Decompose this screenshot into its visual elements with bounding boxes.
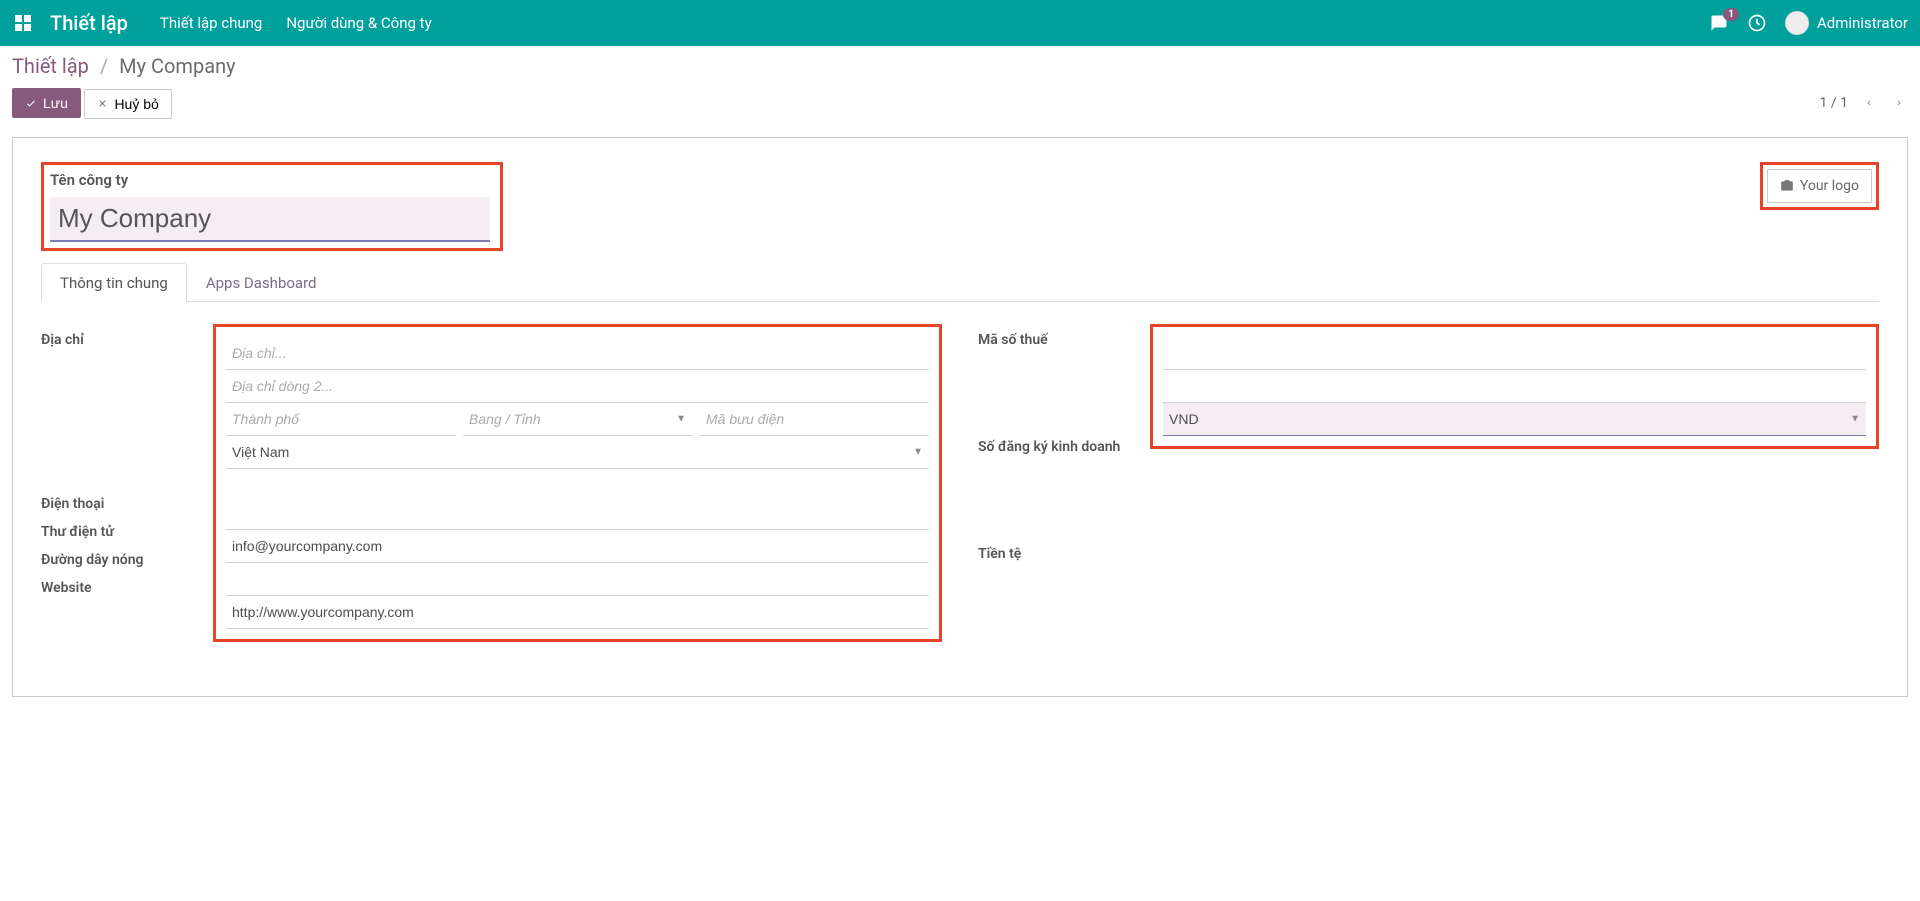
zip-input[interactable] bbox=[700, 403, 929, 436]
save-button-label: Lưu bbox=[43, 95, 68, 111]
chevron-left-icon bbox=[1864, 96, 1874, 110]
camera-icon bbox=[1780, 179, 1794, 193]
city-input[interactable] bbox=[226, 403, 455, 436]
email-label: Thư điện tử bbox=[41, 516, 201, 540]
state-select[interactable] bbox=[463, 403, 692, 436]
hotline-input[interactable] bbox=[226, 563, 929, 596]
messaging-badge: 1 bbox=[1723, 8, 1739, 21]
tabs: Thông tin chung Apps Dashboard bbox=[41, 263, 1879, 302]
nav-link-general-settings[interactable]: Thiết lập chung bbox=[160, 14, 262, 32]
form-right-column: Mã số thuế ▼ Số đăng ký kinh doanh Tiền … bbox=[978, 324, 1879, 642]
messaging-icon[interactable]: 1 bbox=[1709, 14, 1729, 32]
hotline-label: Đường dây nóng bbox=[41, 544, 201, 568]
breadcrumb-current: My Company bbox=[119, 54, 235, 78]
save-button[interactable]: Lưu bbox=[12, 88, 81, 118]
logo-upload-label: Your logo bbox=[1800, 178, 1859, 194]
close-icon bbox=[97, 98, 108, 109]
form-left-column: Địa chỉ ▼ ▼ bbox=[41, 324, 942, 642]
address-label: Địa chỉ bbox=[41, 324, 201, 348]
nav-brand[interactable]: Thiết lập bbox=[50, 11, 128, 35]
registry-input[interactable] bbox=[1163, 370, 1866, 403]
pager-next[interactable] bbox=[1890, 92, 1908, 114]
apps-menu-icon[interactable] bbox=[12, 12, 34, 34]
pager: 1 / 1 bbox=[1820, 92, 1908, 114]
website-input[interactable] bbox=[226, 596, 929, 629]
registry-label: Số đăng ký kinh doanh bbox=[978, 431, 1138, 455]
company-name-label: Tên công ty bbox=[50, 171, 490, 189]
discard-button[interactable]: Huỷ bỏ bbox=[84, 89, 171, 119]
street-input[interactable] bbox=[226, 337, 929, 370]
navbar: Thiết lập Thiết lập chung Người dùng & C… bbox=[0, 0, 1920, 46]
breadcrumb: Thiết lập / My Company bbox=[12, 54, 1908, 78]
highlight-company-name: Tên công ty bbox=[41, 162, 503, 251]
pager-prev[interactable] bbox=[1860, 92, 1878, 114]
check-icon bbox=[25, 97, 37, 109]
activities-icon[interactable] bbox=[1747, 13, 1767, 33]
currency-select[interactable] bbox=[1163, 403, 1866, 436]
website-label: Website bbox=[41, 572, 201, 596]
breadcrumb-root[interactable]: Thiết lập bbox=[12, 54, 89, 78]
form-sheet: Tên công ty Your logo Thông tin chung Ap… bbox=[12, 137, 1908, 697]
user-name-label: Administrator bbox=[1817, 14, 1908, 32]
chevron-right-icon bbox=[1894, 96, 1904, 110]
highlight-address-block: ▼ ▼ bbox=[213, 324, 942, 642]
tab-apps-dashboard[interactable]: Apps Dashboard bbox=[187, 263, 336, 302]
company-name-input[interactable] bbox=[50, 197, 490, 242]
currency-label: Tiền tệ bbox=[978, 538, 1138, 562]
vat-input[interactable] bbox=[1163, 337, 1866, 370]
vat-label: Mã số thuế bbox=[978, 324, 1138, 348]
user-menu[interactable]: Administrator bbox=[1785, 11, 1908, 35]
highlight-logo: Your logo bbox=[1760, 162, 1879, 210]
street2-input[interactable] bbox=[226, 370, 929, 403]
avatar-icon bbox=[1785, 11, 1809, 35]
nav-link-users-companies[interactable]: Người dùng & Công ty bbox=[286, 14, 431, 32]
control-panel: Thiết lập / My Company Lưu Huỷ bỏ 1 / 1 bbox=[0, 46, 1920, 129]
email-input[interactable] bbox=[226, 530, 929, 563]
logo-upload-button[interactable]: Your logo bbox=[1767, 169, 1872, 203]
tab-general-info[interactable]: Thông tin chung bbox=[41, 263, 187, 302]
breadcrumb-separator: / bbox=[100, 54, 108, 78]
phone-label: Điện thoại bbox=[41, 488, 201, 512]
pager-value: 1 / 1 bbox=[1820, 95, 1848, 111]
country-select[interactable] bbox=[226, 436, 929, 469]
highlight-right-block: ▼ bbox=[1150, 324, 1879, 449]
discard-button-label: Huỷ bỏ bbox=[114, 96, 158, 112]
phone-input[interactable] bbox=[226, 497, 929, 530]
